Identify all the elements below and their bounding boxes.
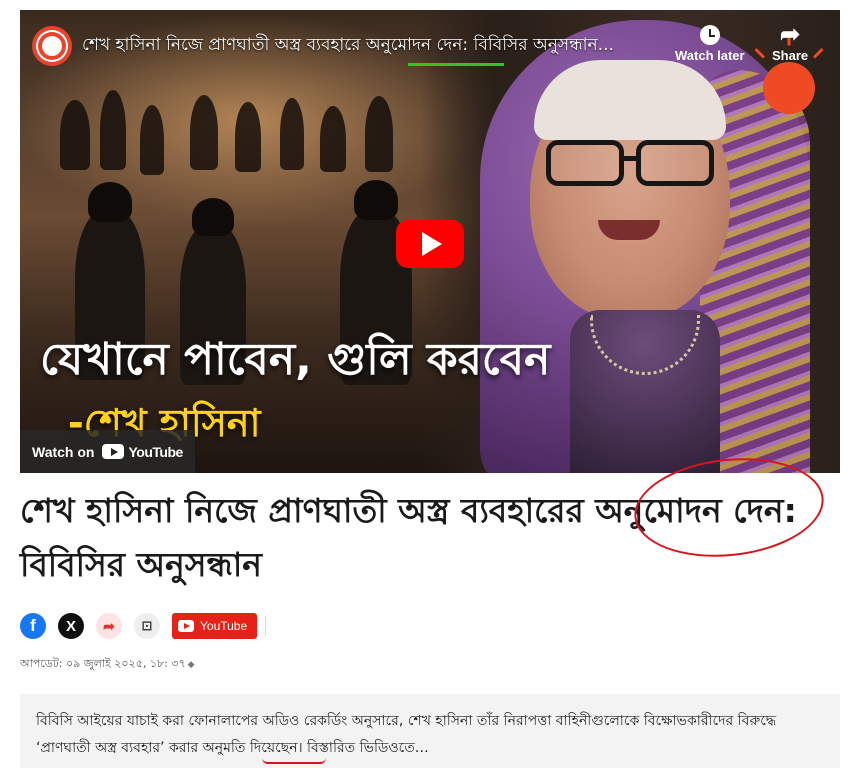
share-arrow-icon: ➦ <box>780 21 801 48</box>
youtube-wordmark: YouTube <box>128 443 183 460</box>
bookmark-icon[interactable]: ⊡ <box>134 613 160 639</box>
update-timestamp: আপডেট: ০৯ জুলাই ২০২৫, ১৮: ৩৭ ◆ <box>20 655 195 674</box>
title-underline-annotation <box>408 63 504 66</box>
youtube-icon <box>178 620 194 632</box>
x-share-icon[interactable]: X <box>58 613 84 639</box>
video-player[interactable]: শেখ হাসিনা নিজে প্রাণঘাতী অস্ত্র ব্যবহার… <box>20 10 840 473</box>
clock-icon <box>699 25 720 45</box>
facebook-share-icon[interactable]: f <box>20 613 46 639</box>
youtube-button-label: YouTube <box>200 619 248 633</box>
article-summary: বিবিসি আইয়ের যাচাই করা ফোনালাপের অডিও র… <box>20 694 840 768</box>
video-overlay-quote: যেখানে পাবেন, গুলি করবেন <box>40 334 551 385</box>
share-label: Share <box>772 48 809 63</box>
share-button[interactable]: ➦ Share <box>772 21 809 64</box>
share-icon[interactable]: ➦ <box>96 613 122 639</box>
update-timestamp-text: আপডেট: ০৯ জুলাই ২০২৫, ১৮: ৩৭ <box>20 657 186 670</box>
channel-sun-watermark <box>763 62 815 114</box>
watch-on-youtube-button[interactable]: Watch on YouTube <box>20 430 195 473</box>
channel-logo-icon[interactable] <box>32 26 72 66</box>
watch-on-label: Watch on <box>32 443 95 460</box>
youtube-logo-icon <box>102 444 125 459</box>
share-row: f X ➦ ⊡ YouTube <box>20 612 267 640</box>
watch-later-label: Watch later <box>675 48 745 63</box>
caret-icon: ◆ <box>187 660 195 670</box>
play-icon <box>422 232 442 256</box>
summary-text: বিবিসি আইয়ের যাচাই করা ফোনালাপের অডিও র… <box>36 713 777 756</box>
watch-later-button[interactable]: Watch later <box>675 22 745 63</box>
youtube-subscribe-button[interactable]: YouTube <box>172 613 258 639</box>
red-underline-annotation <box>262 758 326 764</box>
video-title[interactable]: শেখ হাসিনা নিজে প্রাণঘাতী অস্ত্র ব্যবহার… <box>82 32 682 62</box>
play-button[interactable] <box>396 220 464 268</box>
